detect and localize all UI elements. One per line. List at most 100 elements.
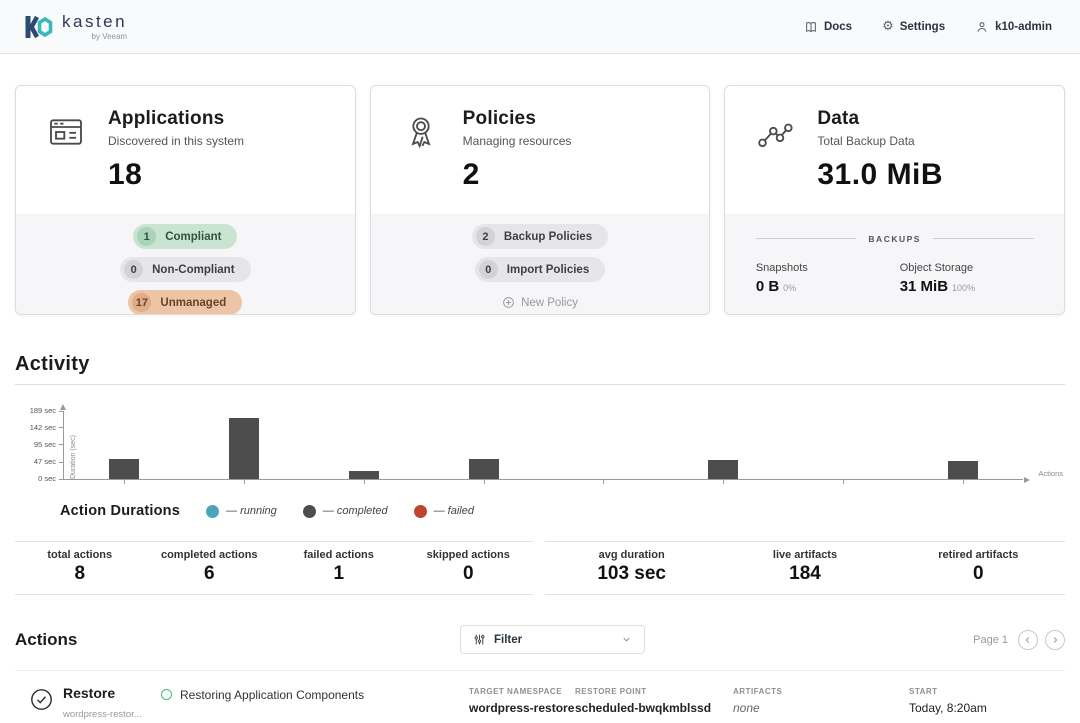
start-label: START <box>909 687 1065 696</box>
policies-title: Policies <box>463 108 572 130</box>
running-dot-icon <box>206 505 219 518</box>
failed-dot-icon <box>414 505 427 518</box>
target-namespace-cell: TARGET NAMESPACE wordpress-restore <box>469 685 575 723</box>
start-pair: START Today, 8:20am <box>909 687 1065 715</box>
backup-policies-pill[interactable]: 2 Backup Policies <box>472 224 608 249</box>
summary-cards: Applications Discovered in this system 1… <box>15 85 1065 315</box>
compliant-label: Compliant <box>165 231 221 243</box>
docs-label: Docs <box>824 21 852 33</box>
y-tick-mark <box>59 427 63 428</box>
legend-failed: — failed <box>414 505 474 518</box>
compliant-pill[interactable]: 1 Compliant <box>133 224 237 249</box>
action-name-cell: Restore wordpress-restor... <box>63 685 161 723</box>
filter-dropdown[interactable]: Filter <box>460 625 645 654</box>
chart-bar[interactable] <box>948 461 978 479</box>
top-bar: kasten by Veeam Docs ⚙ Settings k10-admi… <box>0 0 1080 54</box>
y-tick-mark <box>59 479 63 480</box>
timing-cell: START Today, 8:20am DURATION 53 secs <box>909 685 1065 723</box>
x-tick-mark <box>723 480 724 484</box>
action-row-restore[interactable]: Restore wordpress-restor... Restoring Ap… <box>15 670 1065 723</box>
restore-point-cell: RESTORE POINT scheduled-bwqkmblssd <box>575 685 733 723</box>
chart-bar[interactable] <box>349 471 379 479</box>
data-card[interactable]: Data Total Backup Data 31.0 MiB BACKUPS … <box>724 85 1065 315</box>
backups-divider-label: BACKUPS <box>868 234 921 244</box>
chart-bar[interactable] <box>109 459 139 480</box>
object-storage-stat: Object Storage 31 MiB100% <box>900 262 1034 295</box>
user-label: k10-admin <box>995 21 1052 33</box>
completed-actions-value: 6 <box>145 563 275 585</box>
import-policies-count: 0 <box>479 260 498 279</box>
avg-duration-value: 103 sec <box>545 563 718 585</box>
duration-chart-plot: 0 sec47 sec95 sec142 sec189 sec <box>63 411 1023 480</box>
applications-card-top: Applications Discovered in this system 1… <box>16 86 355 214</box>
start-value: Today, 8:20am <box>909 701 1065 715</box>
non-compliant-count: 0 <box>124 260 143 279</box>
y-tick-mark <box>59 444 63 445</box>
user-menu[interactable]: k10-admin <box>975 20 1052 34</box>
docs-link[interactable]: Docs <box>804 20 852 34</box>
brand-byline: by Veeam <box>92 32 128 41</box>
applications-card[interactable]: Applications Discovered in this system 1… <box>15 85 356 315</box>
x-tick-mark <box>124 480 125 484</box>
action-name: wordpress-restor... <box>63 709 161 720</box>
legend-running: — running <box>206 505 277 518</box>
circle-plus-icon <box>502 296 515 309</box>
applications-subtitle: Discovered in this system <box>108 134 244 148</box>
artifacts-label: ARTIFACTS <box>733 687 909 696</box>
total-actions-value: 8 <box>15 563 145 585</box>
backups-divider: BACKUPS <box>756 234 1034 244</box>
pagination: Page 1 <box>973 630 1065 650</box>
retired-artifacts-stat: retired artifacts 0 <box>892 549 1065 585</box>
phase-ring-icon <box>161 689 172 700</box>
gear-icon: ⚙ <box>882 20 894 33</box>
total-actions-stat: total actions 8 <box>15 549 145 585</box>
y-tick-mark <box>59 411 63 412</box>
completed-dot-icon <box>303 505 316 518</box>
y-tick-label: 0 sec <box>38 474 56 483</box>
restore-point-value: scheduled-bwqkmblssd <box>575 701 733 715</box>
y-tick-label: 47 sec <box>34 457 56 466</box>
unmanaged-label: Unmanaged <box>160 297 226 309</box>
backup-policies-count: 2 <box>476 227 495 246</box>
prev-page-button[interactable] <box>1018 630 1038 650</box>
artifacts-cell: ARTIFACTS none <box>733 685 909 723</box>
snapshots-size: 0 B <box>756 278 779 295</box>
legend-completed-label: — completed <box>323 505 388 517</box>
policies-card[interactable]: Policies Managing resources 2 2 Backup P… <box>370 85 711 315</box>
completed-actions-stat: completed actions 6 <box>145 549 275 585</box>
next-page-button[interactable] <box>1045 630 1065 650</box>
check-circle-icon <box>29 687 54 712</box>
skipped-actions-label: skipped actions <box>404 549 534 561</box>
user-icon <box>975 20 989 34</box>
data-card-bottom: BACKUPS Snapshots 0 B0% Object Storage 3… <box>725 214 1064 314</box>
data-total: 31.0 MiB <box>817 158 943 192</box>
docs-book-icon <box>804 20 818 34</box>
kasten-logo[interactable]: kasten by Veeam <box>24 13 127 41</box>
new-policy-button[interactable]: New Policy <box>502 296 578 309</box>
filter-label: Filter <box>494 634 522 646</box>
policies-count: 2 <box>463 158 572 192</box>
chart-bar[interactable] <box>469 459 499 480</box>
object-storage-size: 31 MiB <box>900 278 948 295</box>
chart-bar[interactable] <box>708 460 738 479</box>
non-compliant-pill[interactable]: 0 Non-Compliant <box>120 257 250 282</box>
object-storage-value: 31 MiB 100% <box>900 278 1034 295</box>
artifact-stats: avg duration 103 sec live artifacts 184 … <box>545 541 1065 595</box>
live-artifacts-label: live artifacts <box>718 549 891 561</box>
phase-text: Restoring Application Components <box>180 688 364 702</box>
chart-bar[interactable] <box>229 418 259 479</box>
total-actions-label: total actions <box>15 549 145 561</box>
live-artifacts-value: 184 <box>718 563 891 585</box>
applications-card-text: Applications Discovered in this system 1… <box>108 108 244 204</box>
kasten-k10-icon <box>24 13 54 41</box>
settings-label: Settings <box>900 21 945 33</box>
policies-icon <box>401 112 441 152</box>
target-namespace-value: wordpress-restore <box>469 701 575 715</box>
brand-name: kasten <box>62 13 127 30</box>
target-namespace-label: TARGET NAMESPACE <box>469 687 575 696</box>
unmanaged-pill[interactable]: 17 Unmanaged <box>128 290 242 315</box>
policies-card-text: Policies Managing resources 2 <box>463 108 572 204</box>
object-storage-percent: 100% <box>952 283 975 293</box>
import-policies-pill[interactable]: 0 Import Policies <box>475 257 605 282</box>
settings-link[interactable]: ⚙ Settings <box>882 20 945 33</box>
